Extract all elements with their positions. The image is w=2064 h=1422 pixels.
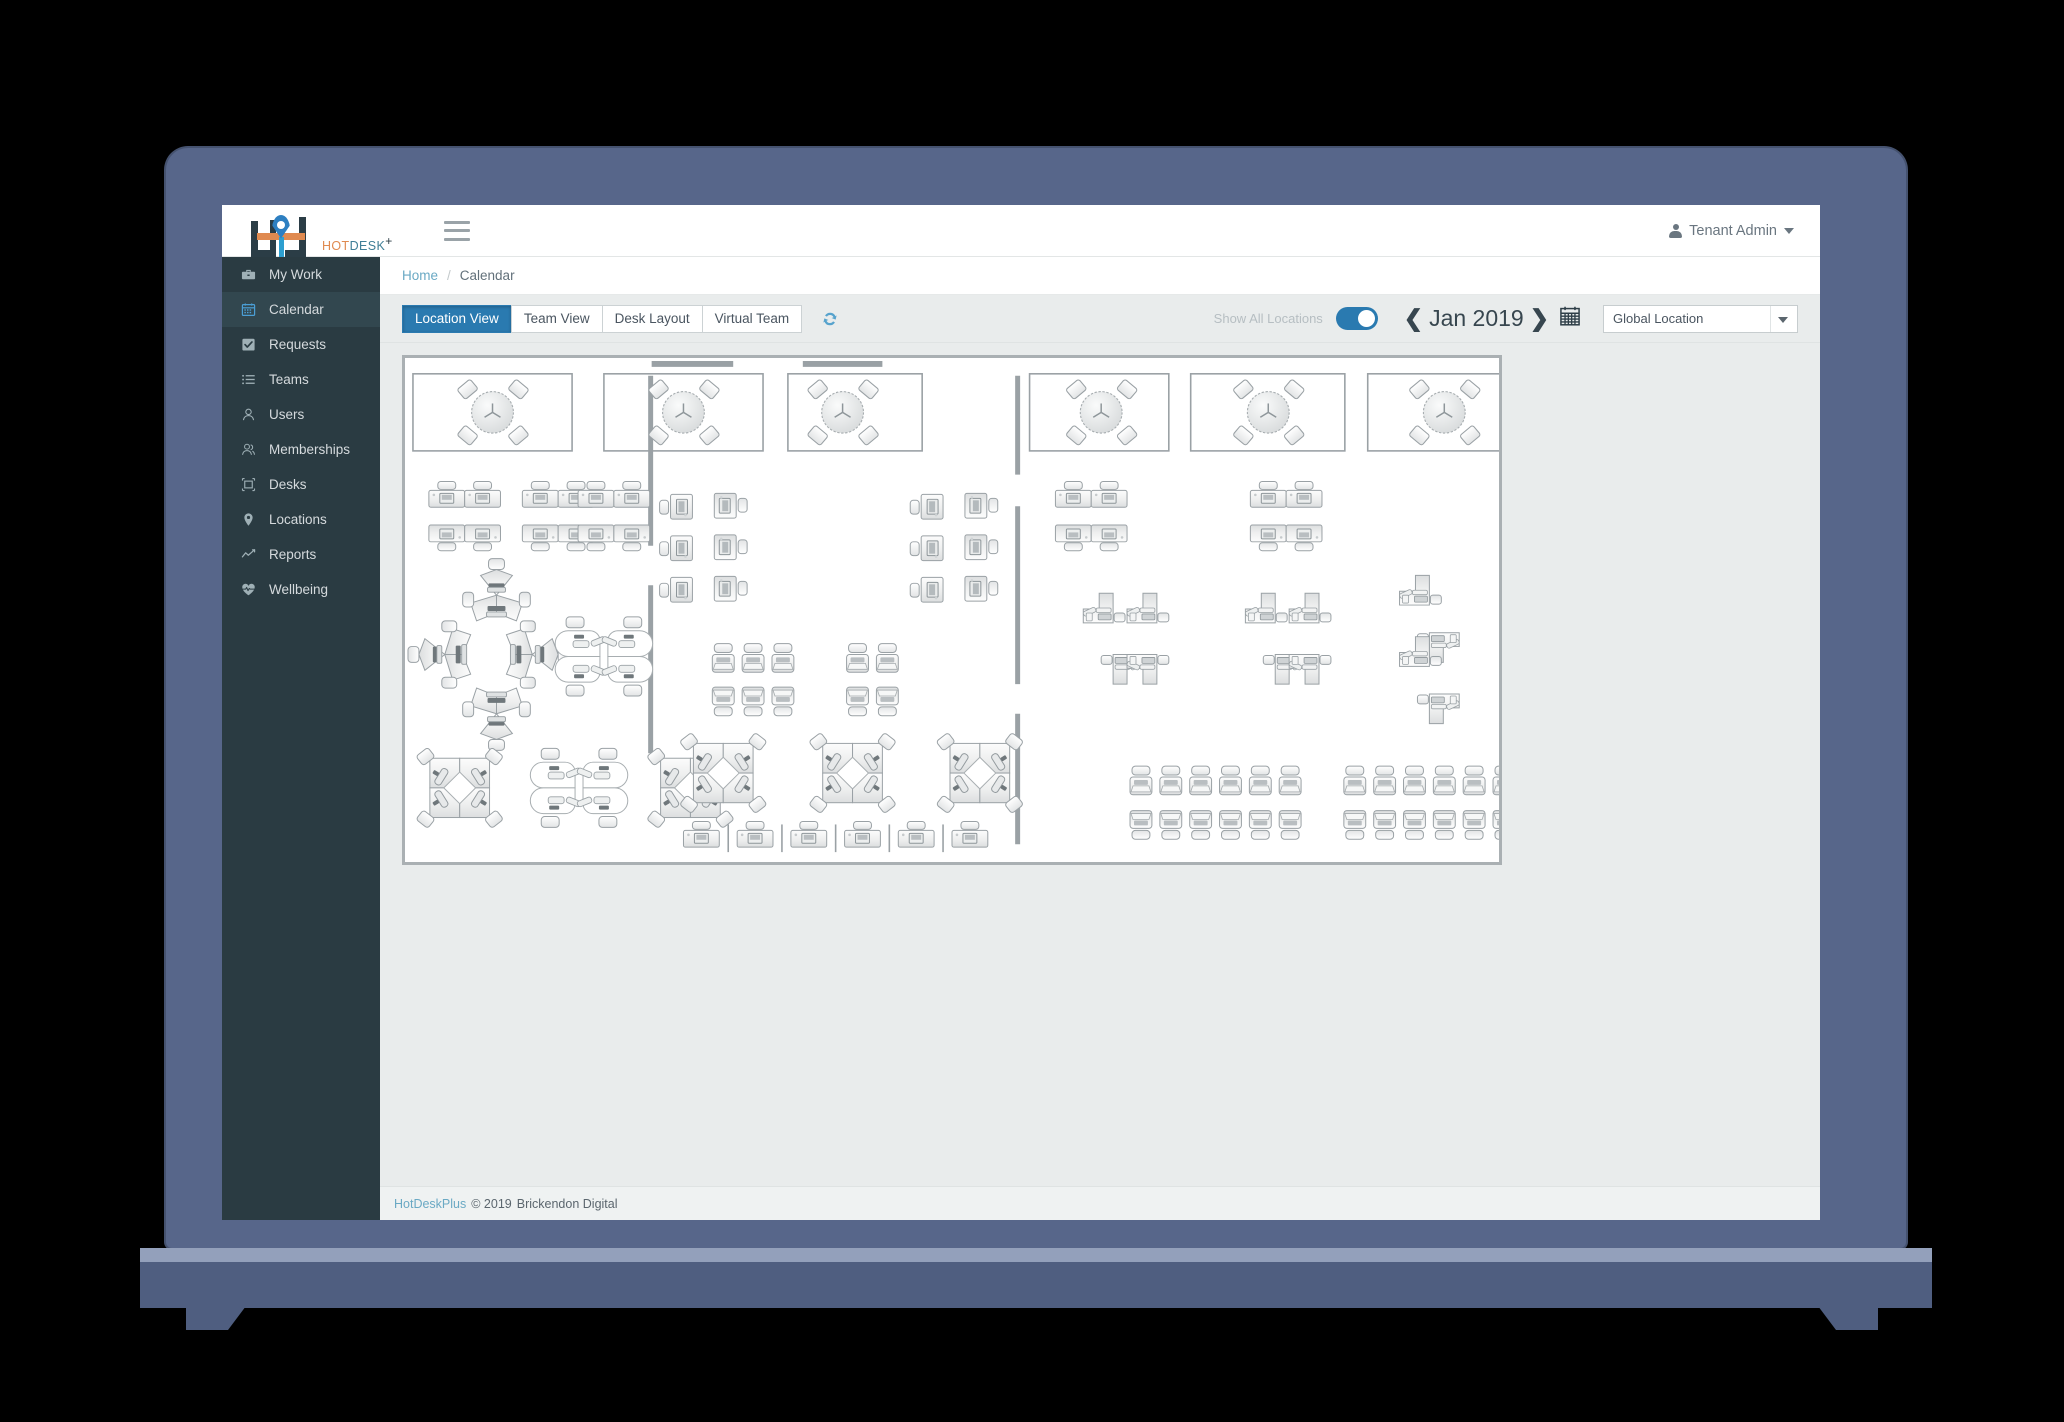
footer-brand-link[interactable]: HotDeskPlus (394, 1197, 466, 1211)
chevron-down-icon (1778, 316, 1788, 323)
app-body: My Work Calendar Requests Teams Users Me… (222, 257, 1820, 1220)
browser-screen: HOTDESK+ Tenant Admin My Work Calendar R… (222, 205, 1820, 1220)
show-all-locations-toggle[interactable] (1335, 307, 1378, 330)
toggle-knob (1357, 310, 1375, 327)
sidebar-item-label: Requests (269, 337, 327, 352)
show-all-locations-label: Show All Locations (1213, 311, 1323, 326)
select-divider (1770, 305, 1771, 332)
prev-month-button[interactable]: ❮ (1404, 307, 1423, 330)
chevron-down-icon (1784, 227, 1794, 234)
refresh-icon[interactable] (820, 309, 840, 329)
user-menu-button[interactable]: Tenant Admin (1669, 223, 1820, 239)
sidebar-item-label: Users (269, 407, 305, 422)
breadcrumb-current: Calendar (459, 268, 515, 283)
map-pin-icon (241, 512, 256, 527)
laptop-foot-right (1818, 1306, 1878, 1330)
sidebar-item-label: Locations (269, 512, 327, 527)
sidebar-item-label: Reports (269, 547, 317, 562)
tab-desk-layout[interactable]: Desk Layout (601, 304, 702, 333)
main-content: Home / Calendar Location View Team View … (380, 257, 1820, 1220)
logo-plus-text: + (385, 234, 393, 249)
tab-team-view[interactable]: Team View (510, 304, 602, 333)
laptop-base (140, 1262, 1932, 1308)
sidebar-item-label: Desks (269, 477, 307, 492)
users-group-icon (241, 442, 256, 457)
logo-wordmark: HOTDESK+ (322, 234, 393, 256)
briefcase-icon (241, 267, 256, 282)
breadcrumb-home-link[interactable]: Home (402, 268, 438, 283)
sidebar-item-label: Memberships (269, 442, 351, 457)
screenshot-stage: HOTDESK+ Tenant Admin My Work Calendar R… (0, 0, 2064, 1422)
breadcrumb: Home / Calendar (380, 257, 1820, 295)
tab-virtual-team[interactable]: Virtual Team (701, 304, 803, 333)
sidebar-item-label: Calendar (269, 302, 324, 317)
laptop-foot-left (186, 1306, 246, 1330)
next-month-button[interactable]: ❯ (1530, 307, 1549, 330)
sidebar-item-label: Wellbeing (269, 582, 329, 597)
logo-desk-text: DESK (349, 239, 386, 254)
location-select-value: Global Location (1613, 311, 1704, 326)
calendar-icon[interactable] (1559, 305, 1581, 332)
heartbeat-icon (241, 582, 256, 597)
current-month-label: Jan 2019 (1429, 305, 1524, 331)
sidebar-item-calendar[interactable]: Calendar (222, 292, 380, 327)
checkbox-icon (241, 337, 256, 352)
sidebar-item-my-work[interactable]: My Work (222, 257, 380, 292)
bottom-desk-row (682, 820, 989, 853)
sidebar-item-desks[interactable]: Desks (222, 467, 380, 502)
user-name-label: Tenant Admin (1689, 222, 1777, 239)
view-tab-group: Location View Team View Desk Layout Virt… (402, 304, 803, 333)
breadcrumb-separator: / (447, 268, 451, 283)
hotdesk-logo-mark (244, 214, 320, 257)
sidebar-item-label: My Work (269, 267, 322, 282)
sidebar-item-reports[interactable]: Reports (222, 537, 380, 572)
calendar-icon (241, 302, 256, 317)
floorplan-svg (407, 360, 1499, 853)
right-zone-desks (1054, 481, 1499, 840)
user-icon (1669, 223, 1683, 238)
location-select[interactable]: Global Location (1603, 304, 1798, 333)
sidebar-item-users[interactable]: Users (222, 397, 380, 432)
sidebar-item-locations[interactable]: Locations (222, 502, 380, 537)
line-chart-icon (241, 547, 256, 562)
sidebar-item-wellbeing[interactable]: Wellbeing (222, 572, 380, 607)
sidebar-nav: My Work Calendar Requests Teams Users Me… (222, 257, 380, 1220)
left-zone-desks (407, 481, 735, 829)
meeting-rooms (412, 373, 1499, 452)
hamburger-menu-icon[interactable] (444, 220, 470, 241)
floorplan-wrapper (380, 343, 1820, 865)
middle-zone-desks (659, 492, 1025, 853)
month-navigator: ❮ Jan 2019 ❯ (1404, 305, 1581, 332)
view-toolbar: Location View Team View Desk Layout Virt… (380, 295, 1820, 343)
office-floor-plan[interactable] (402, 355, 1502, 865)
footer-company: Brickendon Digital (516, 1196, 618, 1211)
desk-frame-icon (241, 477, 256, 492)
user-icon (241, 407, 256, 422)
footer-bar: HotDeskPlus © 2019 Brickendon Digital (380, 1186, 1820, 1220)
sidebar-item-teams[interactable]: Teams (222, 362, 380, 397)
footer-copyright: © 2019 (471, 1196, 512, 1211)
sidebar-item-memberships[interactable]: Memberships (222, 432, 380, 467)
sidebar-item-requests[interactable]: Requests (222, 327, 380, 362)
tab-location-view[interactable]: Location View (402, 304, 511, 333)
list-icon (241, 372, 256, 387)
sidebar-item-label: Teams (269, 372, 309, 387)
logo-hot-text: HOT (322, 239, 350, 254)
app-logo[interactable]: HOTDESK+ (222, 205, 422, 257)
top-header-bar: HOTDESK+ Tenant Admin (222, 205, 1820, 257)
